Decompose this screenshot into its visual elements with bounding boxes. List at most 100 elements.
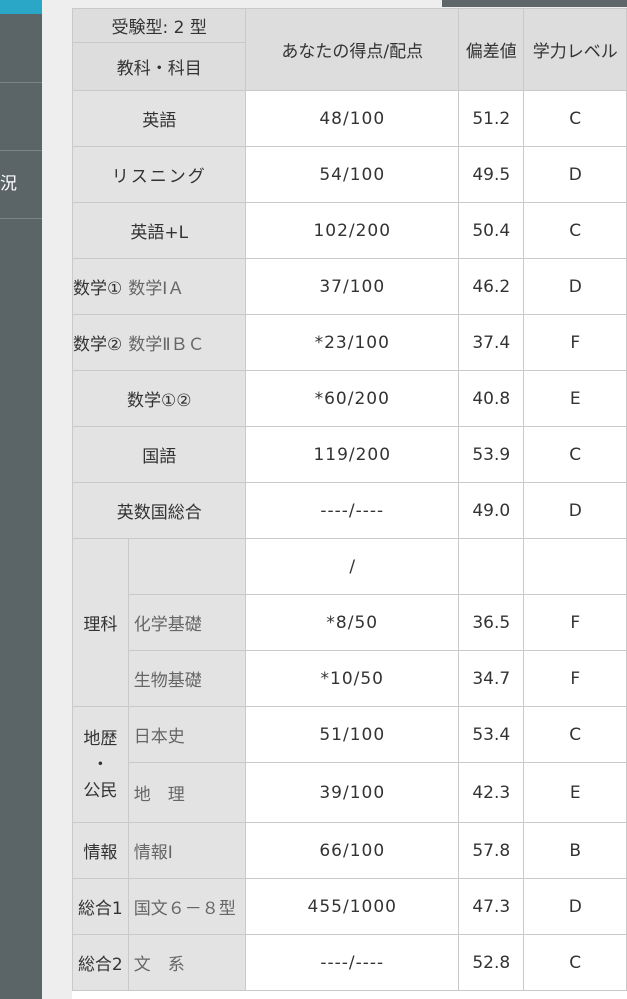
- row-label: 数学① 数学ⅠＡ: [71, 258, 247, 315]
- level-cell: D: [523, 482, 627, 539]
- score-cell: *10/50: [245, 650, 460, 707]
- score-cell: 37/100: [245, 258, 460, 315]
- row-label: 数学①②: [71, 370, 247, 427]
- row-label: 数学② 数学ⅡＢＣ: [71, 314, 247, 371]
- level-cell: E: [523, 762, 627, 823]
- score-cell: 39/100: [245, 762, 460, 823]
- group-label-bottom: 公民: [83, 780, 118, 801]
- table-row: 総合1 国文６－８型 455/1000 47.3 D: [72, 878, 627, 935]
- deviation-cell: 53.9: [458, 426, 525, 483]
- deviation-cell: 40.8: [458, 370, 525, 427]
- level-cell: D: [523, 258, 627, 315]
- subject-label: [127, 538, 247, 595]
- sidebar-divider: [0, 82, 42, 83]
- level-cell: C: [523, 934, 627, 991]
- sidebar-divider: [0, 218, 42, 219]
- table-row: 数学① 数学ⅠＡ 37/100 46.2 D: [71, 258, 627, 315]
- table-row: 地 理 39/100 42.3 E: [73, 762, 627, 823]
- level-cell: C: [523, 706, 627, 763]
- table-row: 国語 119/200 53.9 C: [71, 426, 627, 483]
- score-cell: ----/----: [245, 482, 460, 539]
- level-cell: E: [523, 370, 627, 427]
- table-row: 生物基礎 *10/50 34.7 F: [73, 650, 627, 707]
- subject-label: 生物基礎: [127, 650, 247, 707]
- level-cell: F: [523, 314, 627, 371]
- deviation-cell: 36.5: [458, 594, 525, 651]
- row-label: リスニング: [71, 146, 247, 203]
- table-row: 英数国総合 ----/---- 49.0 D: [71, 482, 627, 539]
- level-cell: B: [523, 822, 627, 879]
- level-cell: C: [523, 426, 627, 483]
- subject-label: 日本史: [127, 706, 247, 763]
- score-cell: 48/100: [245, 90, 460, 147]
- group-label: 数学①: [73, 279, 123, 299]
- level-cell: [523, 538, 627, 595]
- score-table: 受験型: 2 型 あなたの得点/配点 偏差値 学力レベル 教科・科目 英語 48…: [71, 8, 627, 991]
- score-cell: /: [245, 538, 460, 595]
- deviation-cell: 34.7: [458, 650, 525, 707]
- level-cell: C: [523, 202, 627, 259]
- deviation-cell: 49.5: [458, 146, 525, 203]
- table-row: リスニング 54/100 49.5 D: [71, 146, 627, 203]
- group-label: 総合1: [72, 878, 129, 935]
- exam-type-header: 受験型: 2 型: [71, 8, 247, 43]
- table-row: 理科 /: [72, 538, 627, 707]
- row-label: 英数国総合: [71, 482, 247, 539]
- score-cell: 119/200: [245, 426, 460, 483]
- score-cell: *23/100: [245, 314, 460, 371]
- level-cell: C: [523, 90, 627, 147]
- subject-header: 教科・科目: [71, 42, 247, 91]
- deviation-cell: 53.4: [458, 706, 525, 763]
- score-cell: 455/1000: [245, 878, 460, 935]
- score-cell: 51/100: [245, 706, 460, 763]
- group-label: 数学②: [73, 335, 123, 355]
- sidebar-item-label[interactable]: 況: [0, 172, 20, 196]
- group-label: 総合2: [72, 934, 129, 991]
- level-cell: D: [523, 146, 627, 203]
- group-label-separator: ・: [91, 754, 109, 775]
- deviation-header: 偏差値: [458, 8, 525, 91]
- top-tab-bar: [442, 0, 627, 7]
- row-label: 国語: [71, 426, 247, 483]
- score-cell: 102/200: [245, 202, 460, 259]
- subject-label: 文 系: [127, 934, 247, 991]
- deviation-cell: 49.0: [458, 482, 525, 539]
- row-label: 英語+L: [71, 202, 247, 259]
- level-header: 学力レベル: [523, 8, 627, 91]
- group-label-top: 地歴: [83, 728, 118, 749]
- table-row: 情報 情報Ⅰ 66/100 57.8 B: [72, 822, 627, 879]
- page-gutter: [42, 0, 72, 999]
- score-cell: 66/100: [245, 822, 460, 879]
- level-cell: F: [523, 594, 627, 651]
- sidebar-divider: [0, 150, 42, 151]
- subject-label: 情報Ⅰ: [127, 822, 247, 879]
- subject-label: 化学基礎: [127, 594, 247, 651]
- score-cell: 54/100: [245, 146, 460, 203]
- table-row: 数学② 数学ⅡＢＣ *23/100 37.4 F: [71, 314, 627, 371]
- deviation-cell: 42.3: [458, 762, 525, 823]
- deviation-cell: 47.3: [458, 878, 525, 935]
- score-header: あなたの得点/配点: [245, 8, 460, 91]
- subject-label: 数学ⅠＡ: [128, 279, 185, 299]
- deviation-cell: [458, 538, 525, 595]
- sidebar: 況: [0, 0, 42, 999]
- table-row: 地歴 ・ 公民 日本史 51/100 53.4 C: [72, 706, 627, 823]
- table-row: 化学基礎 *8/50 36.5 F: [73, 594, 627, 651]
- group-label: 理科: [72, 538, 129, 707]
- deviation-cell: 57.8: [458, 822, 525, 879]
- deviation-cell: 52.8: [458, 934, 525, 991]
- deviation-cell: 37.4: [458, 314, 525, 371]
- subject-label: 国文６－８型: [127, 878, 247, 935]
- score-cell: *60/200: [245, 370, 460, 427]
- score-cell: ----/----: [245, 934, 460, 991]
- score-cell: *8/50: [245, 594, 460, 651]
- table-row: 総合2 文 系 ----/---- 52.8 C: [72, 934, 627, 991]
- level-cell: D: [523, 878, 627, 935]
- table-row: 英語 48/100 51.2 C: [71, 90, 627, 147]
- subject-label: 数学ⅡＢＣ: [128, 335, 205, 355]
- sidebar-active-indicator: [0, 0, 42, 14]
- level-cell: F: [523, 650, 627, 707]
- deviation-cell: 46.2: [458, 258, 525, 315]
- table-row: 英語+L 102/200 50.4 C: [71, 202, 627, 259]
- subject-label: 地 理: [127, 762, 247, 823]
